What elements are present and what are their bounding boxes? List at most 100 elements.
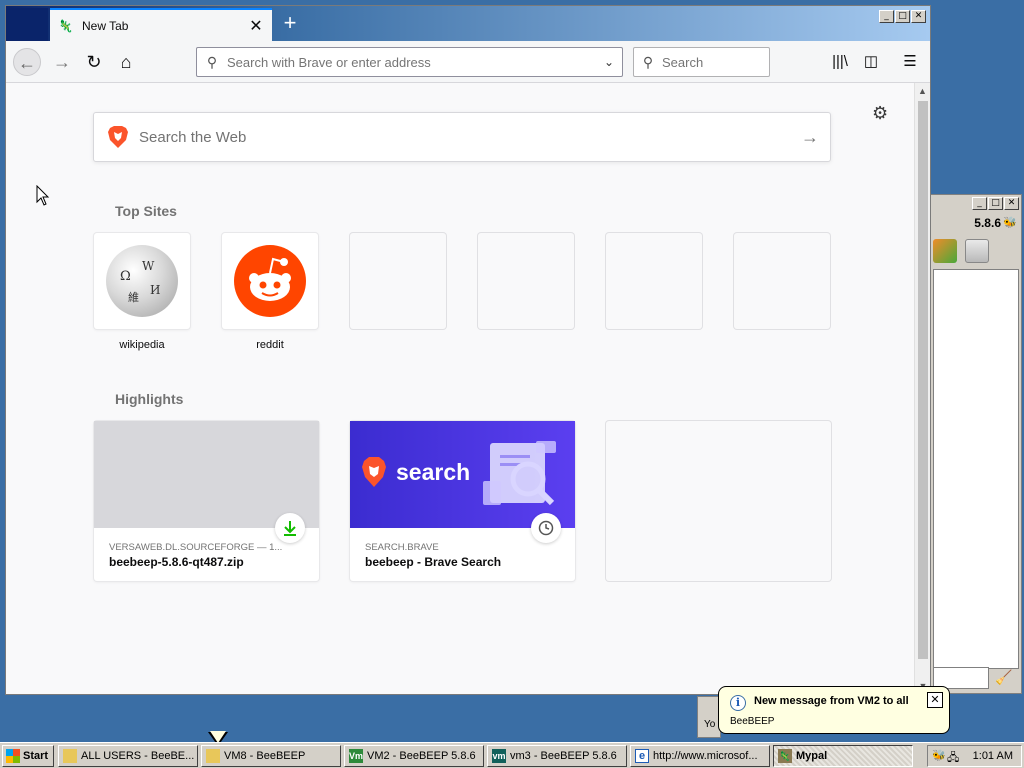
navigation-toolbar: ← → ↻ ⌂ ⚲ ⌄ ⚲ |||\ ◫ ☰ — [6, 41, 930, 83]
beebeep-tray-icon[interactable]: 🐝 — [932, 749, 946, 763]
top-site-empty-slot[interactable] — [734, 233, 830, 329]
highlight-source: SEARCH.BRAVE — [365, 542, 439, 553]
top-sites-heading: Top Sites — [115, 203, 177, 219]
mypal-favicon-icon: 🦎 — [58, 18, 73, 33]
new-tab-button[interactable]: + — [278, 12, 302, 36]
beebeep-chat-list[interactable] — [933, 269, 1019, 669]
forward-button[interactable]: → — [48, 48, 76, 76]
tab-close-icon[interactable]: ✕ — [248, 16, 264, 36]
trash-toolbar-icon[interactable] — [965, 239, 989, 263]
network-tray-icon[interactable]: 🖧 — [947, 749, 961, 764]
maximize-button[interactable]: □ — [895, 10, 910, 23]
tab-bar: 🦎 New Tab ✕ + _ □ ✕ — [6, 6, 930, 41]
notification-balloon[interactable]: i New message from VM2 to all ✕ BeeBEEP — [718, 686, 950, 734]
clock[interactable]: 1:01 AM — [973, 750, 1013, 762]
vm-icon: vm — [492, 749, 506, 763]
taskbar-item-label: ALL USERS - BeeBE... — [81, 750, 195, 762]
windows-flag-icon — [6, 749, 20, 763]
close-button[interactable]: ✕ — [1004, 197, 1019, 210]
notification-title: New message from VM2 to all — [754, 695, 909, 707]
tab-title: New Tab — [82, 18, 129, 33]
highlight-card-download[interactable]: VERSAWEB.DL.SOURCEFORGE — 1... beebeep-5… — [94, 421, 319, 581]
search-icon: ⚲ — [642, 53, 654, 70]
search-icon: ⚲ — [206, 53, 218, 70]
taskbar-item[interactable]: Vm VM2 - BeeBEEP 5.8.6 — [344, 745, 484, 767]
gear-icon[interactable]: ⚙ — [872, 103, 888, 124]
taskbar-item-label: vm3 - BeeBEEP 5.8.6 — [510, 750, 617, 762]
close-button[interactable]: ✕ — [911, 10, 926, 23]
top-site-reddit[interactable] — [222, 233, 318, 329]
info-icon: i — [730, 695, 746, 711]
clock-icon — [531, 513, 561, 543]
top-site-empty-slot[interactable] — [350, 233, 446, 329]
taskbar: Start ALL USERS - BeeBE... VM8 - BeeBEEP… — [0, 742, 1024, 768]
notification-body: BeeBEEP — [730, 716, 775, 727]
beebeep-titlebar[interactable]: _ □ ✕ — [931, 195, 1021, 213]
web-search-placeholder: Search the Web — [139, 128, 247, 146]
library-icon[interactable]: |||\ — [828, 50, 852, 74]
highlight-thumbnail — [94, 421, 319, 528]
start-label: Start — [23, 750, 49, 762]
chevron-down-icon[interactable]: ⌄ — [596, 55, 622, 69]
taskbar-item-label: Mypal — [796, 750, 828, 762]
back-button[interactable]: ← — [13, 48, 41, 76]
scroll-thumb[interactable] — [918, 101, 928, 659]
taskbar-item[interactable]: VM8 - BeeBEEP — [201, 745, 341, 767]
start-button[interactable]: Start — [2, 745, 54, 767]
brave-search-thumbnail: search — [350, 421, 575, 528]
share-toolbar-icon[interactable] — [933, 239, 957, 263]
address-input[interactable] — [227, 54, 596, 70]
vm-icon: Vm — [349, 749, 364, 763]
top-site-label: reddit — [256, 339, 284, 351]
maximize-button[interactable]: □ — [988, 197, 1003, 210]
top-site-label: wikipedia — [119, 339, 165, 351]
top-site-wikipedia[interactable]: Ω W И 維 — [94, 233, 190, 329]
tab-new-tab[interactable]: 🦎 New Tab ✕ — [50, 8, 272, 41]
ie-icon: e — [635, 749, 649, 763]
browser-window: 🦎 New Tab ✕ + _ □ ✕ ← → ↻ ⌂ ⚲ ⌄ ⚲ |||\ ◫… — [5, 5, 931, 695]
arrow-right-icon[interactable]: → — [790, 127, 830, 148]
search-input[interactable] — [662, 54, 769, 70]
home-button[interactable]: ⌂ — [112, 48, 140, 76]
partial-window-text: Yo — [704, 719, 716, 730]
window-menu-box[interactable] — [8, 8, 48, 41]
taskbar-item[interactable]: vm vm3 - BeeBEEP 5.8.6 — [487, 745, 627, 767]
sidebar-icon[interactable]: ◫ — [859, 50, 883, 74]
search-bar[interactable]: ⚲ — [633, 47, 770, 77]
address-bar[interactable]: ⚲ ⌄ — [196, 47, 623, 77]
folder-icon — [206, 749, 220, 763]
beebeep-version: 5.8.6 — [974, 216, 1001, 230]
mypal-icon: 🦎 — [778, 749, 792, 763]
beebeep-window[interactable]: _ □ ✕ 5.8.6 🐝 🧹 — [930, 194, 1022, 694]
new-tab-page: Search the Web → ⚙ Top Sites Ω W И 維 wik… — [6, 83, 914, 694]
brush-icon[interactable]: 🧹 — [995, 669, 1012, 686]
scroll-up-icon[interactable]: ▲ — [915, 83, 930, 99]
top-site-empty-slot[interactable] — [478, 233, 574, 329]
reload-button[interactable]: ↻ — [80, 48, 108, 76]
taskbar-item-active[interactable]: 🦎 Mypal — [773, 745, 913, 767]
taskbar-item-label: VM8 - BeeBEEP — [224, 750, 306, 762]
minimize-button[interactable]: _ — [879, 10, 894, 23]
mouse-cursor-icon — [36, 185, 50, 206]
highlight-title: beebeep-5.8.6-qt487.zip — [109, 555, 244, 569]
taskbar-item[interactable]: ALL USERS - BeeBE... — [58, 745, 198, 767]
bee-icon: 🐝 — [1003, 217, 1017, 229]
web-search-box[interactable]: Search the Web → — [93, 112, 831, 162]
highlight-title: beebeep - Brave Search — [365, 555, 502, 569]
highlight-card-brave-search[interactable]: search SEARCH.BRAVE beebeep - Brave Sear… — [350, 421, 575, 581]
system-tray: 🐝 🖧 1:01 AM — [927, 745, 1022, 767]
reddit-alien-icon — [234, 245, 306, 317]
taskbar-item[interactable]: e http://www.microsof... — [630, 745, 770, 767]
highlight-source: VERSAWEB.DL.SOURCEFORGE — 1... — [109, 542, 283, 553]
wikipedia-globe-icon: Ω W И 維 — [106, 245, 178, 317]
hamburger-menu-icon[interactable]: ☰ — [898, 50, 922, 74]
top-site-empty-slot[interactable] — [606, 233, 702, 329]
page-scrollbar[interactable]: ▲ ▼ — [914, 83, 930, 694]
taskbar-item-label: VM2 - BeeBEEP 5.8.6 — [367, 750, 476, 762]
highlight-empty-slot — [606, 421, 831, 581]
brave-search-thumb-text: search — [396, 459, 471, 485]
folder-icon — [63, 749, 77, 763]
minimize-button[interactable]: _ — [972, 197, 987, 210]
brave-lion-icon — [108, 126, 128, 148]
close-icon[interactable]: ✕ — [927, 692, 943, 708]
